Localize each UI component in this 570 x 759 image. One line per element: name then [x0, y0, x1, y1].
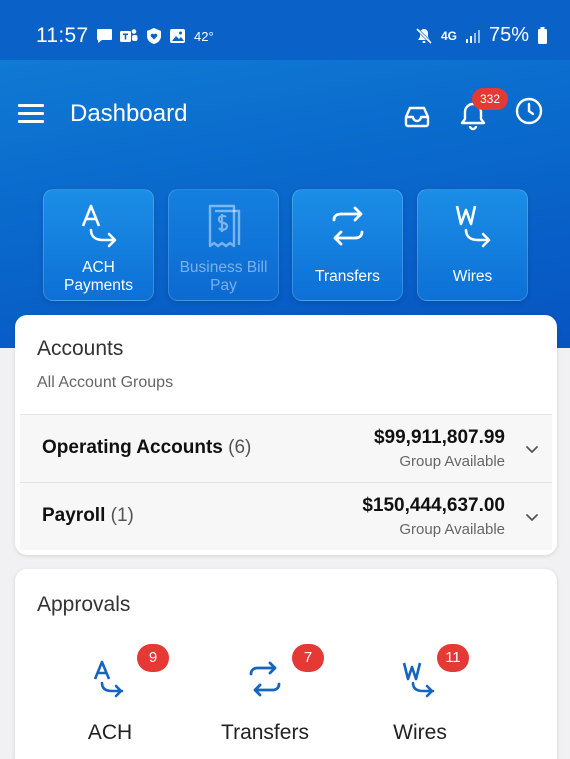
- transfers-button[interactable]: Transfers: [292, 189, 403, 301]
- group-available-amount: $150,444,637.00: [362, 495, 505, 516]
- group-available-amount: $99,911,807.99: [373, 427, 505, 448]
- account-group-name: Operating Accounts (6): [42, 437, 251, 459]
- transfer-icon: [249, 661, 281, 697]
- approvals-title: Approvals: [37, 593, 131, 616]
- history-button[interactable]: [514, 96, 544, 126]
- approval-count-badge: 9: [137, 644, 169, 672]
- page-title: Dashboard: [70, 100, 188, 127]
- account-group-name-text: Payroll: [42, 505, 106, 526]
- business-bill-pay-label-line2: Pay: [210, 277, 237, 294]
- notification-count-badge: 332: [472, 88, 508, 110]
- status-bar: 11:57 42° 4G 75%: [0, 0, 570, 60]
- ach-payments-label: ACH Payments: [48, 259, 149, 295]
- shield-heart-icon: [147, 28, 161, 44]
- chat-icon: [97, 29, 112, 43]
- approvals-card: Approvals 9 ACH 7 Transfers 11 Wires: [15, 569, 557, 759]
- approval-transfers-button[interactable]: 7 Transfers: [190, 644, 340, 749]
- approval-label: ACH: [87, 721, 133, 744]
- inbox-icon: [404, 106, 430, 128]
- accounts-card: Accounts All Account Groups Operating Ac…: [15, 315, 557, 555]
- transfer-icon: [293, 202, 402, 252]
- ach-icon: [93, 660, 124, 698]
- account-group-row[interactable]: Operating Accounts (6) $99,911,807.99 Gr…: [20, 414, 552, 482]
- quick-actions: ACH Payments Business Bill Pay Transfers…: [43, 189, 528, 301]
- approval-count-badge: 11: [437, 644, 469, 672]
- status-time: 11:57: [36, 24, 89, 47]
- account-groups-filter[interactable]: All Account Groups: [37, 374, 173, 392]
- signal-icon: [465, 29, 480, 43]
- ach-payments-button[interactable]: ACH Payments: [43, 189, 154, 301]
- network-4g-icon: 4G: [440, 28, 457, 43]
- battery-percentage: 75%: [488, 24, 529, 46]
- bill-pay-icon: [169, 202, 278, 252]
- business-bill-pay-button[interactable]: Business Bill Pay: [168, 189, 279, 301]
- hamburger-icon-bar: [18, 120, 44, 123]
- approval-ach-button[interactable]: 9 ACH: [35, 644, 185, 749]
- transfers-label: Transfers: [315, 268, 380, 285]
- business-bill-pay-label-line1: Business Bill: [179, 259, 268, 276]
- clock-icon: [515, 97, 543, 125]
- approval-wires-button[interactable]: 11 Wires: [345, 644, 495, 749]
- status-notification-icons: 42°: [96, 27, 214, 45]
- teams-icon: [120, 29, 138, 42]
- battery-icon: [538, 26, 547, 44]
- wire-icon: [402, 662, 435, 698]
- business-bill-pay-label: Business Bill Pay: [173, 259, 274, 295]
- account-group-count: (1): [110, 505, 134, 526]
- ach-payments-label-line2: Payments: [64, 277, 133, 294]
- hamburger-icon-bar: [18, 112, 44, 115]
- inbox-button[interactable]: [402, 102, 432, 130]
- status-temperature: 42°: [194, 28, 214, 44]
- account-group-count: (6): [228, 437, 252, 458]
- ach-payments-label-line1: ACH: [82, 259, 115, 276]
- ach-icon: [44, 202, 153, 252]
- wire-icon: [418, 202, 527, 252]
- group-available-label: Group Available: [399, 453, 505, 470]
- chevron-down-icon[interactable]: [524, 509, 540, 525]
- approval-label: Transfers: [221, 721, 309, 744]
- menu-button[interactable]: [18, 104, 44, 126]
- mute-icon: [415, 27, 433, 44]
- app-bar: Dashboard 332: [0, 84, 570, 144]
- status-system-icons: 4G 75%: [415, 24, 548, 47]
- group-available-label: Group Available: [399, 521, 505, 538]
- accounts-title: Accounts: [37, 337, 124, 360]
- approval-count-badge: 7: [292, 644, 324, 672]
- hamburger-icon-bar: [18, 104, 44, 107]
- image-icon: [170, 29, 185, 43]
- account-group-name: Payroll (1): [42, 505, 134, 527]
- account-group-row[interactable]: Payroll (1) $150,444,637.00 Group Availa…: [20, 482, 552, 550]
- account-group-name-text: Operating Accounts: [42, 437, 223, 458]
- wires-button[interactable]: Wires: [417, 189, 528, 301]
- approval-label: Wires: [393, 721, 447, 744]
- wires-label: Wires: [452, 268, 493, 285]
- chevron-down-icon[interactable]: [524, 441, 540, 457]
